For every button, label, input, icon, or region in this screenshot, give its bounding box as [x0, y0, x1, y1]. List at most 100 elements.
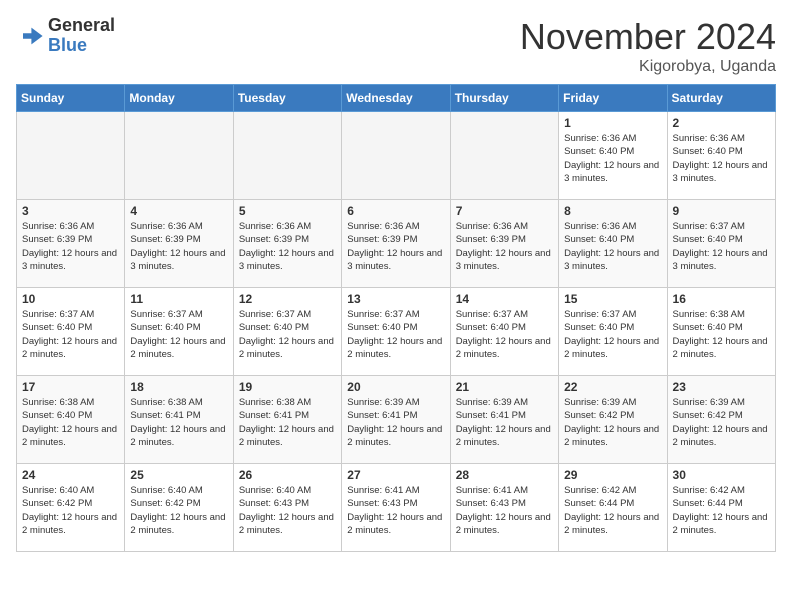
day-number: 10 [22, 292, 119, 306]
day-number: 1 [564, 116, 661, 130]
day-number: 29 [564, 468, 661, 482]
calendar-cell: 28 Sunrise: 6:41 AMSunset: 6:43 PMDayligh… [450, 464, 558, 552]
day-info: Sunrise: 6:37 AMSunset: 6:40 PMDaylight:… [456, 308, 553, 361]
day-number: 14 [456, 292, 553, 306]
day-info: Sunrise: 6:39 AMSunset: 6:41 PMDaylight:… [347, 396, 444, 449]
day-info: Sunrise: 6:38 AMSunset: 6:41 PMDaylight:… [130, 396, 227, 449]
day-number: 16 [673, 292, 770, 306]
day-info: Sunrise: 6:36 AMSunset: 6:39 PMDaylight:… [130, 220, 227, 273]
day-info: Sunrise: 6:38 AMSunset: 6:40 PMDaylight:… [673, 308, 770, 361]
weekday-header: Sunday [17, 85, 125, 112]
calendar-week-row: 24 Sunrise: 6:40 AMSunset: 6:42 PMDayligh… [17, 464, 776, 552]
day-number: 17 [22, 380, 119, 394]
weekday-header: Wednesday [342, 85, 450, 112]
day-info: Sunrise: 6:41 AMSunset: 6:43 PMDaylight:… [347, 484, 444, 537]
calendar-cell [17, 112, 125, 200]
calendar-cell [125, 112, 233, 200]
day-number: 26 [239, 468, 336, 482]
calendar-cell: 4 Sunrise: 6:36 AMSunset: 6:39 PMDaylight… [125, 200, 233, 288]
calendar-cell: 2 Sunrise: 6:36 AMSunset: 6:40 PMDaylight… [667, 112, 775, 200]
day-info: Sunrise: 6:36 AMSunset: 6:40 PMDaylight:… [564, 220, 661, 273]
day-info: Sunrise: 6:36 AMSunset: 6:39 PMDaylight:… [239, 220, 336, 273]
day-info: Sunrise: 6:39 AMSunset: 6:42 PMDaylight:… [564, 396, 661, 449]
calendar-cell [450, 112, 558, 200]
day-number: 4 [130, 204, 227, 218]
day-number: 15 [564, 292, 661, 306]
calendar-cell: 17Sunrise: 6:38 AMSunset: 6:40 PMDayligh… [17, 376, 125, 464]
day-number: 13 [347, 292, 444, 306]
calendar-cell: 11Sunrise: 6:37 AMSunset: 6:40 PMDayligh… [125, 288, 233, 376]
weekday-header: Tuesday [233, 85, 341, 112]
day-info: Sunrise: 6:37 AMSunset: 6:40 PMDaylight:… [564, 308, 661, 361]
calendar-cell [233, 112, 341, 200]
calendar-cell: 9 Sunrise: 6:37 AMSunset: 6:40 PMDaylight… [667, 200, 775, 288]
day-number: 23 [673, 380, 770, 394]
calendar-cell: 6Sunrise: 6:36 AMSunset: 6:39 PMDaylight… [342, 200, 450, 288]
calendar-cell: 21Sunrise: 6:39 AMSunset: 6:41 PMDayligh… [450, 376, 558, 464]
day-info: Sunrise: 6:42 AMSunset: 6:44 PMDaylight:… [673, 484, 770, 537]
logo-text: General Blue [48, 16, 115, 56]
day-info: Sunrise: 6:42 AMSunset: 6:44 PMDaylight:… [564, 484, 661, 537]
calendar-cell: 12 Sunrise: 6:37 AMSunset: 6:40 PMDayligh… [233, 288, 341, 376]
calendar-week-row: 3 Sunrise: 6:36 AMSunset: 6:39 PMDaylight… [17, 200, 776, 288]
calendar-cell: 3 Sunrise: 6:36 AMSunset: 6:39 PMDaylight… [17, 200, 125, 288]
calendar-cell: 30 Sunrise: 6:42 AMSunset: 6:44 PMDayligh… [667, 464, 775, 552]
calendar-cell: 8Sunrise: 6:36 AMSunset: 6:40 PMDaylight… [559, 200, 667, 288]
calendar-header-row: SundayMondayTuesdayWednesdayThursdayFrid… [17, 85, 776, 112]
calendar-week-row: 10 Sunrise: 6:37 AMSunset: 6:40 PMDayligh… [17, 288, 776, 376]
calendar-cell: 19 Sunrise: 6:38 AMSunset: 6:41 PMDayligh… [233, 376, 341, 464]
day-info: Sunrise: 6:36 AMSunset: 6:39 PMDaylight:… [456, 220, 553, 273]
day-info: Sunrise: 6:40 AMSunset: 6:42 PMDaylight:… [22, 484, 119, 537]
day-number: 25 [130, 468, 227, 482]
day-number: 9 [673, 204, 770, 218]
day-number: 30 [673, 468, 770, 482]
calendar-cell: 23 Sunrise: 6:39 AMSunset: 6:42 PMDayligh… [667, 376, 775, 464]
day-number: 5 [239, 204, 336, 218]
page-header: General Blue November 2024 Kigorobya, Ug… [16, 16, 776, 76]
day-info: Sunrise: 6:36 AMSunset: 6:40 PMDaylight:… [673, 132, 770, 185]
weekday-header: Saturday [667, 85, 775, 112]
day-number: 2 [673, 116, 770, 130]
weekday-header: Monday [125, 85, 233, 112]
calendar-cell [342, 112, 450, 200]
day-info: Sunrise: 6:39 AMSunset: 6:42 PMDaylight:… [673, 396, 770, 449]
day-number: 27 [347, 468, 444, 482]
day-info: Sunrise: 6:38 AMSunset: 6:41 PMDaylight:… [239, 396, 336, 449]
day-number: 20 [347, 380, 444, 394]
calendar-cell: 29 Sunrise: 6:42 AMSunset: 6:44 PMDayligh… [559, 464, 667, 552]
calendar-week-row: 17Sunrise: 6:38 AMSunset: 6:40 PMDayligh… [17, 376, 776, 464]
day-number: 7 [456, 204, 553, 218]
day-info: Sunrise: 6:36 AMSunset: 6:40 PMDaylight:… [564, 132, 661, 185]
logo: General Blue [16, 16, 115, 56]
day-info: Sunrise: 6:37 AMSunset: 6:40 PMDaylight:… [239, 308, 336, 361]
location-subtitle: Kigorobya, Uganda [520, 58, 776, 76]
calendar-cell: 1 Sunrise: 6:36 AMSunset: 6:40 PMDaylight… [559, 112, 667, 200]
month-title: November 2024 [520, 16, 776, 58]
day-number: 19 [239, 380, 336, 394]
day-number: 22 [564, 380, 661, 394]
logo-icon [16, 22, 44, 50]
day-number: 21 [456, 380, 553, 394]
day-info: Sunrise: 6:40 AMSunset: 6:43 PMDaylight:… [239, 484, 336, 537]
day-number: 6 [347, 204, 444, 218]
day-info: Sunrise: 6:41 AMSunset: 6:43 PMDaylight:… [456, 484, 553, 537]
day-number: 24 [22, 468, 119, 482]
calendar-cell: 10Sunrise: 6:37 AMSunset: 6:40 PMDayligh… [17, 288, 125, 376]
calendar-cell: 5 Sunrise: 6:36 AMSunset: 6:39 PMDaylight… [233, 200, 341, 288]
calendar-cell: 22 Sunrise: 6:39 AMSunset: 6:42 PMDayligh… [559, 376, 667, 464]
day-info: Sunrise: 6:36 AMSunset: 6:39 PMDaylight:… [22, 220, 119, 273]
calendar-table: SundayMondayTuesdayWednesdayThursdayFrid… [16, 84, 776, 552]
day-number: 12 [239, 292, 336, 306]
calendar-cell: 25 Sunrise: 6:40 AMSunset: 6:42 PMDayligh… [125, 464, 233, 552]
day-number: 18 [130, 380, 227, 394]
calendar-cell: 26 Sunrise: 6:40 AMSunset: 6:43 PMDayligh… [233, 464, 341, 552]
calendar-cell: 20 Sunrise: 6:39 AMSunset: 6:41 PMDayligh… [342, 376, 450, 464]
title-block: November 2024 Kigorobya, Uganda [520, 16, 776, 76]
day-number: 28 [456, 468, 553, 482]
calendar-cell: 7 Sunrise: 6:36 AMSunset: 6:39 PMDaylight… [450, 200, 558, 288]
day-info: Sunrise: 6:37 AMSunset: 6:40 PMDaylight:… [673, 220, 770, 273]
calendar-cell: 27 Sunrise: 6:41 AMSunset: 6:43 PMDayligh… [342, 464, 450, 552]
day-info: Sunrise: 6:40 AMSunset: 6:42 PMDaylight:… [130, 484, 227, 537]
calendar-cell: 14 Sunrise: 6:37 AMSunset: 6:40 PMDayligh… [450, 288, 558, 376]
day-number: 3 [22, 204, 119, 218]
